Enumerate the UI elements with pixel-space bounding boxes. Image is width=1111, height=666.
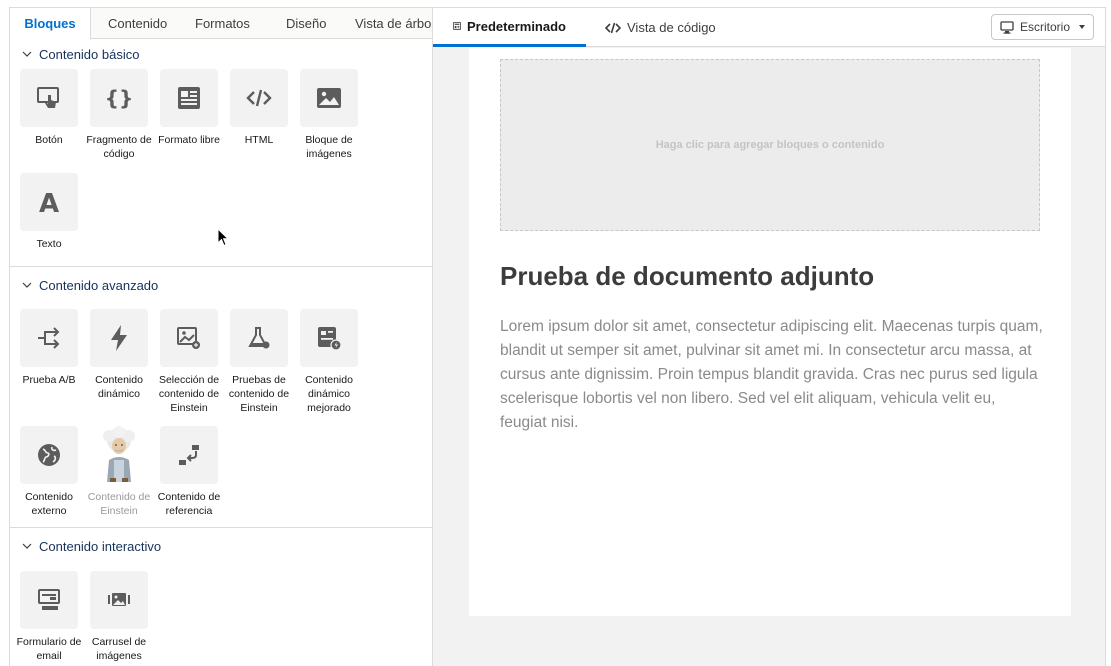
block-tile-einstein-content-selection[interactable]: Selección de contenido de Einstein [154, 309, 224, 415]
device-label: Escritorio [1019, 20, 1070, 34]
tile-label: Contenido externo [25, 491, 73, 517]
tile-label: Contenido de Einstein [87, 491, 151, 517]
blocks-panel: Bloques Contenido Formatos Diseño Vista … [9, 7, 433, 666]
svg-text:{}: {} [106, 86, 132, 110]
tab-default-view[interactable]: Predeterminado [433, 8, 586, 47]
block-tile-dynamic-content[interactable]: Contenido dinámico [84, 309, 154, 415]
touch-icon [37, 87, 59, 108]
tab-contenido[interactable]: Contenido [108, 8, 167, 39]
block-tile-free-form[interactable]: Formato libre [154, 69, 224, 161]
tile-label: Selección de contenido de Einstein [158, 374, 220, 414]
tab-formatos[interactable]: Formatos [195, 8, 250, 39]
tile-label: Bloque de imágenes [305, 134, 353, 160]
tab-diseno[interactable]: Diseño [286, 8, 326, 39]
content-heading[interactable]: Prueba de documento adjunto [500, 261, 874, 292]
section-title: Contenido avanzado [39, 277, 159, 293]
block-tile-image-carousel[interactable]: Carrusel de imágenes [84, 571, 154, 663]
tile-label: Texto [36, 238, 62, 250]
section-advanced-content: Contenido avanzado Prueba A/B Contenido … [10, 270, 432, 528]
tile-label: Pruebas de contenido de Einstein [228, 374, 290, 414]
block-tile-einstein-content-testing[interactable]: Pruebas de contenido de Einstein [224, 309, 294, 415]
code-icon [246, 89, 272, 107]
layout-icon [453, 22, 461, 30]
tab-label: Predeterminado [467, 18, 566, 34]
tab-vista-de-arbol[interactable]: Vista de árbol [355, 8, 432, 39]
block-tile-button[interactable]: Botón [14, 69, 84, 161]
lightning-icon [111, 325, 127, 351]
chevron-down-icon [22, 51, 32, 57]
left-tab-bar: Bloques Contenido Formatos Diseño Vista … [10, 8, 432, 40]
block-tile-einstein-content[interactable]: Contenido de Einstein [84, 426, 154, 518]
tab-code-view[interactable]: Vista de código [605, 8, 716, 47]
tiles-grid: Prueba A/B Contenido dinámico Selección … [10, 309, 432, 518]
tile-label: Botón [35, 134, 63, 146]
caret-down-icon [1079, 25, 1085, 29]
mouse-cursor-icon [217, 228, 229, 247]
device-select[interactable]: Escritorio [990, 14, 1094, 40]
desktop-icon [1000, 20, 1014, 34]
reference-icon [179, 445, 199, 465]
svg-text:A: A [39, 189, 59, 216]
tile-label: Contenido dinámico [95, 374, 143, 400]
empty-dropzone[interactable]: Haga clic para agregar bloques o conteni… [500, 59, 1040, 231]
block-tile-code-snippet[interactable]: {} Fragmento de código [84, 69, 154, 161]
chevron-down-icon [22, 282, 32, 288]
section-title: Contenido básico [39, 46, 140, 62]
email-content-builder: Bloques Contenido Formatos Diseño Vista … [0, 0, 1111, 666]
tile-label: Formato libre [158, 134, 220, 146]
tile-label: Carrusel de imágenes [91, 636, 147, 662]
tab-bloques[interactable]: Bloques [10, 8, 91, 40]
block-tile-text[interactable]: A Texto [14, 173, 84, 251]
tile-label: Formulario de email [16, 636, 82, 662]
canvas-panel: Predeterminado Vista de código Escritori… [432, 7, 1106, 666]
einstein-avatar-icon [103, 426, 135, 482]
content-paragraph[interactable]: Lorem ipsum dolor sit amet, consectetur … [500, 315, 1045, 435]
braces-icon: {} [106, 86, 132, 110]
block-tile-enhanced-dynamic-content[interactable]: Contenido dinámico mejorado [294, 309, 364, 415]
section-header-basic[interactable]: Contenido básico [10, 39, 432, 69]
block-tile-image-block[interactable]: Bloque de imágenes [294, 69, 364, 161]
code-icon [605, 22, 621, 33]
image-selection-icon [177, 327, 200, 349]
tile-label: Fragmento de código [86, 134, 152, 160]
tab-label: Vista de código [627, 20, 716, 35]
section-header-interactive[interactable]: Contenido interactivo [10, 531, 432, 561]
tiles-grid: Formulario de email Carrusel de imágenes [10, 571, 432, 663]
view-toolbar: Predeterminado Vista de código Escritori… [433, 8, 1105, 47]
chevron-down-icon [22, 543, 32, 549]
email-canvas: Haga clic para agregar bloques o conteni… [469, 48, 1071, 616]
text-icon: A [39, 189, 59, 216]
block-tile-ab-test[interactable]: Prueba A/B [14, 309, 84, 415]
tile-label: Prueba A/B [22, 374, 76, 386]
section-interactive-content: Contenido interactivo Formulario de emai… [10, 531, 432, 666]
article-icon [178, 87, 200, 109]
tile-label: HTML [244, 134, 274, 146]
block-tile-reference-content[interactable]: Contenido de referencia [154, 426, 224, 518]
section-title: Contenido interactivo [39, 538, 162, 554]
block-tile-email-form[interactable]: Formulario de email [14, 571, 84, 663]
carousel-icon [108, 593, 130, 606]
image-icon [317, 88, 341, 108]
tile-label: Contenido dinámico mejorado [305, 374, 353, 414]
globe-icon [38, 444, 60, 466]
tiles-grid: Botón {} Fragmento de código Formato lib… [10, 69, 432, 251]
block-tile-html[interactable]: HTML [224, 69, 294, 161]
tile-label: Contenido de referencia [157, 491, 221, 517]
block-tile-external-content[interactable]: Contenido externo [14, 426, 84, 518]
split-arrows-icon [38, 327, 60, 349]
document-bolt-icon [318, 327, 342, 351]
form-icon [38, 589, 60, 610]
flask-icon [248, 327, 270, 349]
section-header-advanced[interactable]: Contenido avanzado [10, 270, 432, 300]
